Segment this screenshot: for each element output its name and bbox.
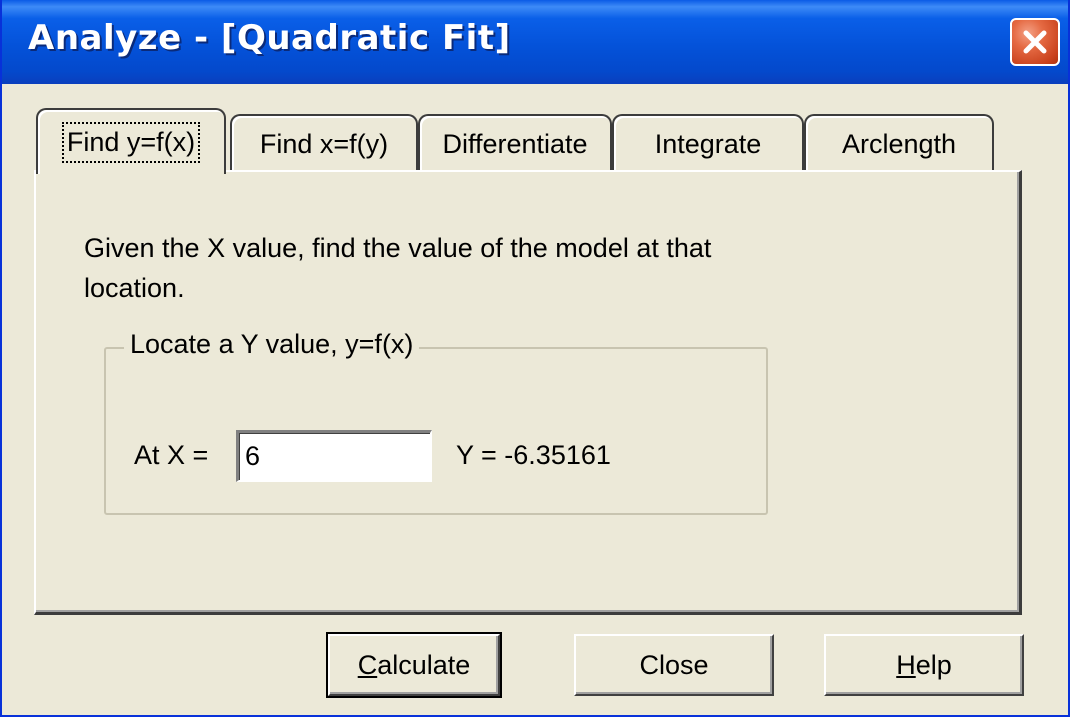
tab-label: Differentiate [442,128,588,159]
x-value-input[interactable] [236,430,432,482]
groupbox-legend: Locate a Y value, y=f(x) [124,329,420,360]
tab-find-x[interactable]: Find x=f(y) [230,114,418,172]
tab-label: Find x=f(y) [259,128,389,159]
button-label-rest: alculate [377,649,471,680]
tab-find-y[interactable]: Find y=f(x) [36,108,226,174]
close-window-button[interactable] [1010,18,1060,66]
button-label-rest: elp [915,649,952,680]
title-bar[interactable]: Analyze - [Quadratic Fit] [2,0,1068,84]
accelerator-key: C [357,649,378,680]
close-button[interactable]: Close [574,634,774,696]
y-result-value: Y = -6.35161 [456,440,611,470]
accelerator-key: H [896,649,916,680]
calculate-button[interactable]: Calculate [326,632,502,698]
tab-differentiate[interactable]: Differentiate [418,114,612,172]
tab-label: Integrate [654,128,762,159]
x-input-label: At X = [134,440,209,470]
close-icon [1023,30,1047,54]
help-button[interactable]: Help [824,634,1024,696]
analyze-dialog: Analyze - [Quadratic Fit] Find y=f(x) Fi… [0,0,1070,717]
tab-label: Find y=f(x) [61,121,201,163]
window-title: Analyze - [Quadratic Fit] [28,18,511,58]
description-text: Given the X value, find the value of the… [84,233,712,303]
tab-integrate[interactable]: Integrate [612,114,804,172]
locate-y-groupbox: Locate a Y value, y=f(x) [104,329,768,515]
button-label: Close [639,649,709,680]
tab-label: Arclength [841,128,957,159]
tab-arclength[interactable]: Arclength [804,114,994,172]
